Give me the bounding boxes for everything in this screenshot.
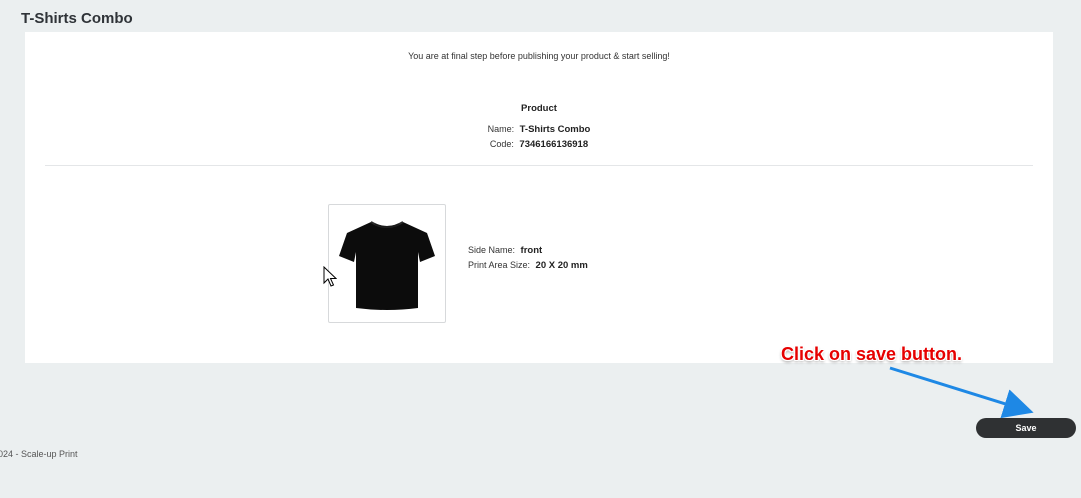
page-title: T-Shirts Combo (21, 10, 133, 27)
side-image-thumbnail (328, 204, 446, 323)
print-area-label: Print Area Size: (468, 260, 531, 270)
summary-card: You are at final step before publishing … (25, 32, 1053, 363)
arrow-icon (889, 366, 1034, 419)
product-code-label: Code: (489, 139, 514, 149)
side-name-value: front (520, 245, 543, 256)
divider (45, 165, 1033, 166)
mouse-cursor-icon (323, 266, 337, 287)
product-code-value: 7346166136918 (519, 139, 589, 150)
side-name-label: Side Name: (468, 245, 516, 255)
save-button[interactable]: Save (976, 418, 1076, 438)
product-name-value: T-Shirts Combo (519, 124, 591, 135)
product-heading: Product (521, 103, 557, 114)
print-area-value: 20 X 20 mm (535, 260, 588, 271)
page: T-Shirts Combo You are at final step bef… (0, 0, 1081, 498)
print-area-row: Print Area Size: 20 X 20 mm (468, 260, 588, 271)
tshirt-image (339, 221, 435, 310)
product-name-label: Name: (487, 124, 515, 134)
product-name-row: Name: T-Shirts Combo (25, 124, 1053, 135)
product-code-row: Code: 7346166136918 (25, 139, 1053, 150)
intro-text: You are at final step before publishing … (408, 51, 670, 61)
side-name-row: Side Name: front (468, 245, 542, 256)
footer-copyright: 024 - Scale-up Print (0, 449, 78, 459)
